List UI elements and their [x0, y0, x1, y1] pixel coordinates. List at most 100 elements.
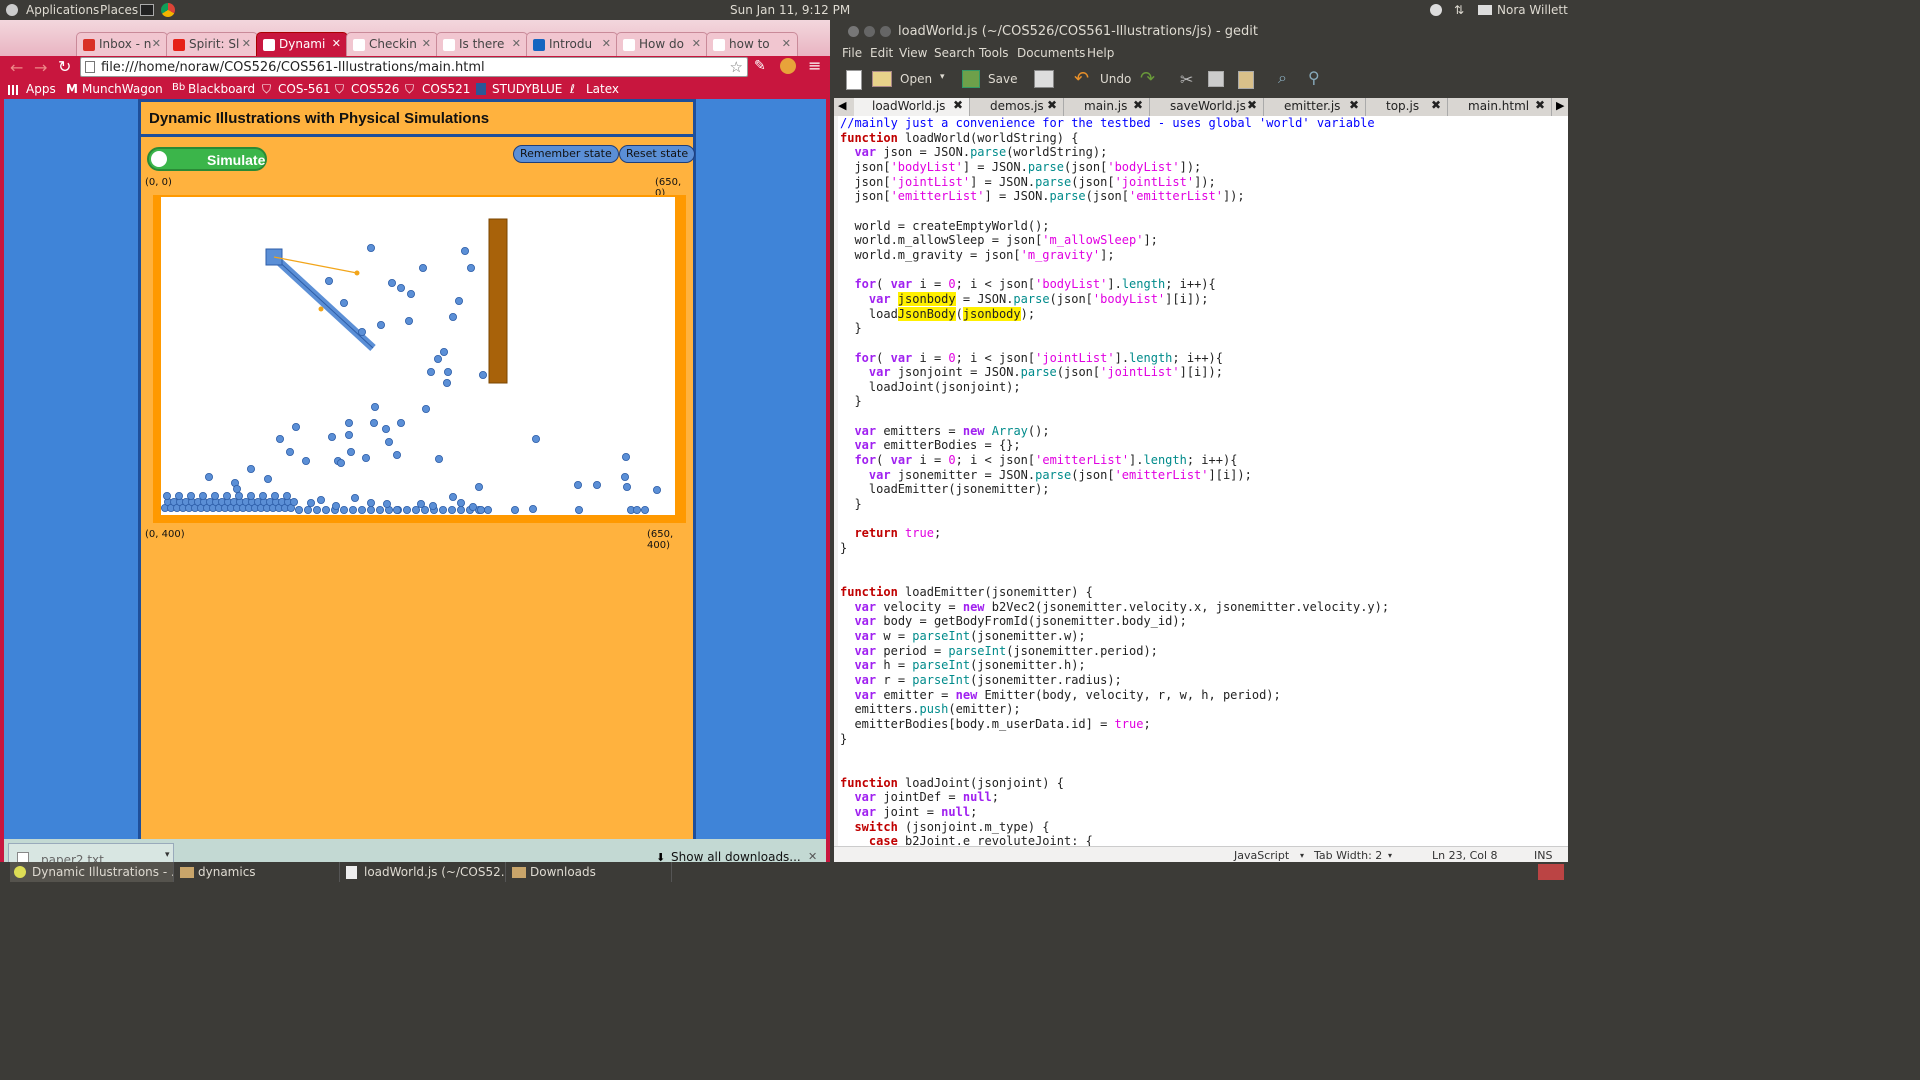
ball-body[interactable]	[528, 504, 537, 513]
ball-body[interactable]	[163, 491, 171, 500]
extension-icon[interactable]: ✎	[754, 58, 766, 74]
menu-tools[interactable]: Tools	[979, 46, 1009, 60]
ball-body[interactable]	[620, 472, 629, 481]
ball-body[interactable]	[235, 491, 244, 500]
chrome-launcher-icon[interactable]	[161, 3, 175, 17]
ball-body[interactable]	[510, 505, 519, 514]
replace-icon[interactable]: ⚲	[1308, 68, 1320, 87]
ball-body[interactable]	[339, 299, 348, 308]
ball-body[interactable]	[402, 505, 411, 514]
language-selector[interactable]: JavaScript	[1234, 849, 1289, 862]
physics-world[interactable]	[161, 197, 675, 515]
ball-body[interactable]	[366, 244, 375, 253]
ball-body[interactable]	[366, 505, 375, 514]
close-icon[interactable]: ✖	[1535, 98, 1545, 112]
tab-checkin[interactable]: Checkin ✕	[346, 32, 438, 56]
wall-body[interactable]	[488, 218, 508, 384]
close-icon[interactable]: ✖	[1133, 98, 1143, 112]
ball-body[interactable]	[574, 505, 583, 514]
ball-body[interactable]	[205, 472, 214, 481]
print-icon[interactable]	[1034, 70, 1054, 88]
ball-body[interactable]	[233, 484, 242, 493]
ball-body[interactable]	[357, 505, 366, 514]
close-icon[interactable]: ✕	[152, 37, 161, 50]
chevron-down-icon[interactable]: ▾	[165, 850, 170, 860]
user-name[interactable]: Nora Willett	[1497, 3, 1568, 17]
menu-file[interactable]: File	[842, 46, 862, 60]
save-icon[interactable]	[962, 70, 980, 88]
ball-body[interactable]	[468, 502, 477, 511]
ball-body[interactable]	[199, 491, 208, 500]
close-window-icon[interactable]	[848, 26, 859, 37]
address-bar[interactable]: file:///home/noraw/COS526/COS561-Illustr…	[80, 57, 748, 77]
trash-icon[interactable]	[1538, 864, 1564, 880]
ball-body[interactable]	[592, 480, 601, 489]
ball-body[interactable]	[476, 505, 485, 514]
ball-body[interactable]	[289, 497, 298, 506]
ball-body[interactable]	[438, 505, 447, 514]
simulate-toggle[interactable]: Simulate	[147, 147, 267, 171]
menu-help[interactable]: Help	[1087, 46, 1114, 60]
tab-how-do[interactable]: How do ✕	[616, 32, 708, 56]
ball-body[interactable]	[259, 491, 268, 500]
close-icon[interactable]: ✕	[422, 37, 431, 50]
ball-body[interactable]	[327, 432, 336, 441]
indicator-icon[interactable]	[1430, 4, 1442, 16]
bookmark-blackboard[interactable]: Blackboard	[188, 82, 255, 96]
ball-body[interactable]	[350, 493, 359, 502]
ball-body[interactable]	[416, 499, 425, 508]
menu-search[interactable]: Search	[934, 46, 975, 60]
ball-body[interactable]	[223, 491, 232, 500]
tab-is-there[interactable]: Is there ✕	[436, 32, 528, 56]
tab-demos[interactable]: demos.js ✖	[972, 98, 1064, 116]
close-icon[interactable]: ✕	[692, 37, 701, 50]
ball-body[interactable]	[434, 454, 443, 463]
ball-body[interactable]	[381, 424, 390, 433]
ball-body[interactable]	[448, 313, 457, 322]
ball-body[interactable]	[361, 453, 370, 462]
taskbar-item-gedit[interactable]: loadWorld.js (~/COS52...	[342, 862, 506, 882]
menu-view[interactable]: View	[899, 46, 927, 60]
ball-body[interactable]	[276, 434, 285, 443]
close-icon[interactable]: ✖	[1349, 98, 1359, 112]
ball-body[interactable]	[411, 505, 420, 514]
ball-body[interactable]	[306, 498, 315, 507]
ball-body[interactable]	[291, 422, 300, 431]
remember-state-button[interactable]: Remember state	[513, 145, 619, 163]
ball-body[interactable]	[382, 499, 391, 508]
ball-body[interactable]	[312, 505, 321, 514]
ball-body[interactable]	[426, 367, 435, 376]
close-icon[interactable]: ✖	[1247, 98, 1257, 112]
ball-body[interactable]	[301, 456, 310, 465]
tab-saveworld[interactable]: saveWorld.js ✖	[1152, 98, 1264, 116]
tab-scroll-left-icon[interactable]: ◀	[838, 99, 846, 112]
close-icon[interactable]: ✕	[512, 37, 521, 50]
close-icon[interactable]: ✕	[602, 37, 611, 50]
ball-body[interactable]	[369, 418, 378, 427]
save-button[interactable]: Save	[988, 72, 1017, 86]
ball-body[interactable]	[474, 482, 483, 491]
close-icon[interactable]: ✖	[1047, 98, 1057, 112]
menu-edit[interactable]: Edit	[870, 46, 893, 60]
cut-icon[interactable]: ✂	[1180, 70, 1193, 89]
ball-body[interactable]	[621, 452, 630, 461]
tab-emitter[interactable]: emitter.js ✖	[1266, 98, 1366, 116]
ball-body[interactable]	[286, 447, 295, 456]
ball-body[interactable]	[376, 321, 385, 330]
ball-body[interactable]	[370, 402, 379, 411]
network-icon[interactable]: ⇅	[1454, 3, 1464, 17]
ball-body[interactable]	[271, 491, 280, 500]
ball-body[interactable]	[404, 317, 413, 326]
ball-body[interactable]	[344, 418, 353, 427]
ball-body[interactable]	[331, 501, 340, 510]
ball-body[interactable]	[339, 505, 348, 514]
ball-body[interactable]	[324, 277, 333, 286]
ball-body[interactable]	[447, 505, 456, 514]
ball-body[interactable]	[348, 505, 357, 514]
tab-loadworld[interactable]: loadWorld.js ✖	[854, 98, 970, 116]
reset-state-button[interactable]: Reset state	[619, 145, 696, 163]
bookmark-apps[interactable]: Apps	[26, 82, 56, 96]
ball-body[interactable]	[456, 498, 465, 507]
ball-body[interactable]	[622, 482, 631, 491]
taskbar-item-downloads[interactable]: Downloads	[508, 862, 672, 882]
